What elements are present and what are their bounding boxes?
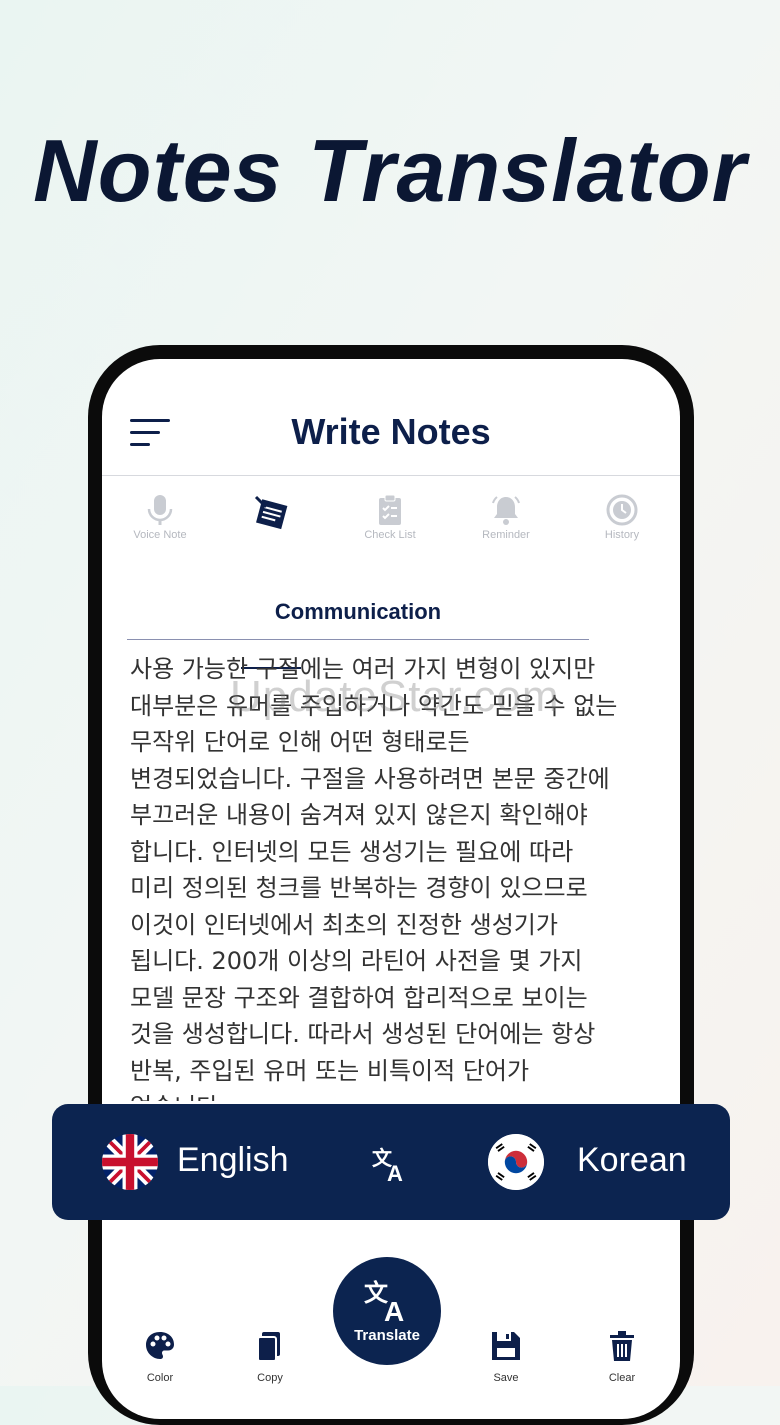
note-line: 미리 정의된 청크를 반복하는 경향이 있으므로 <box>130 874 588 902</box>
note-line: 무작위 단어로 인해 어떤 형태로든 <box>130 728 470 756</box>
translate-button[interactable]: 文 A Translate <box>333 1257 441 1365</box>
bell-icon <box>492 496 520 525</box>
source-language[interactable]: English <box>177 1141 289 1180</box>
tab-check-list[interactable]: Check List <box>332 489 448 549</box>
translate-swap-icon[interactable]: 文 A <box>370 1144 410 1184</box>
note-line: 모델 문장 구조와 결합하여 합리적으로 보이는 <box>130 983 588 1012</box>
app-header: Write Notes <box>102 359 680 476</box>
note-line: 합니다. 인터넷의 모든 생성기는 필요에 따라 <box>130 837 574 866</box>
copy-icon <box>257 1332 280 1362</box>
palette-icon <box>146 1332 174 1359</box>
tab-label: History <box>604 529 640 541</box>
history-icon <box>606 494 638 526</box>
copy-button[interactable]: Copy <box>230 1329 310 1384</box>
tab-label: Check List <box>364 529 416 541</box>
translate-icon: 文 A <box>364 1279 404 1325</box>
note-line: 부끄러운 내용이 숨겨져 있지 않은지 확인해야 <box>130 801 588 829</box>
clear-button[interactable]: Clear <box>582 1329 662 1384</box>
headline: Notes Translator <box>33 121 747 220</box>
tab-label: Reminder <box>482 529 530 541</box>
note-line: 것을 생성합니다. 따라서 생성된 단어에는 항상 <box>130 1020 596 1048</box>
clipboard-icon <box>379 494 401 525</box>
tab-bar: Voice Note Check List Reminder History <box>102 489 680 669</box>
target-language[interactable]: Korean <box>577 1141 687 1180</box>
tab-voice-note[interactable]: Voice Note <box>102 489 218 549</box>
svg-text:A: A <box>387 1161 403 1184</box>
translate-label: Translate <box>354 1327 420 1344</box>
save-label: Save <box>493 1372 519 1384</box>
clear-label: Clear <box>608 1372 636 1384</box>
note-title-divider <box>127 639 589 640</box>
korea-flag-icon[interactable] <box>488 1134 544 1190</box>
note-line: 이것이 인터넷에서 최초의 진정한 생성기가 <box>130 910 558 939</box>
notes-icon <box>254 495 288 530</box>
tab-history[interactable]: History <box>564 489 680 549</box>
tab-write-notes[interactable] <box>213 489 329 549</box>
save-icon <box>492 1332 520 1360</box>
microphone-icon <box>147 495 173 525</box>
uk-flag-icon[interactable] <box>102 1134 158 1190</box>
trash-icon <box>610 1331 634 1361</box>
color-label: Color <box>146 1372 174 1384</box>
svg-text:A: A <box>384 1296 404 1325</box>
color-button[interactable]: Color <box>120 1329 200 1384</box>
copy-label: Copy <box>257 1372 283 1384</box>
save-button[interactable]: Save <box>466 1329 546 1384</box>
app-title: Write Notes <box>291 411 491 452</box>
note-line: 없습니다. <box>130 1089 660 1101</box>
watermark: UpdateStar.com <box>230 672 560 721</box>
note-line: 변경되었습니다. 구절을 사용하려면 본문 중간에 <box>130 764 610 793</box>
tab-reminder[interactable]: Reminder <box>448 489 564 549</box>
language-bar: English 文 A Korean <box>52 1104 730 1220</box>
phone-screen: Write Notes Voice Note Check List Remind… <box>102 359 680 1419</box>
note-line: 반복, 주입된 유머 또는 비특이적 단어가 <box>130 1056 530 1085</box>
note-line: 됩니다. 200개 이상의 라틴어 사전을 몇 가지 <box>130 947 583 975</box>
note-title[interactable]: Communication <box>127 599 589 625</box>
tab-label: Voice Note <box>133 529 187 541</box>
